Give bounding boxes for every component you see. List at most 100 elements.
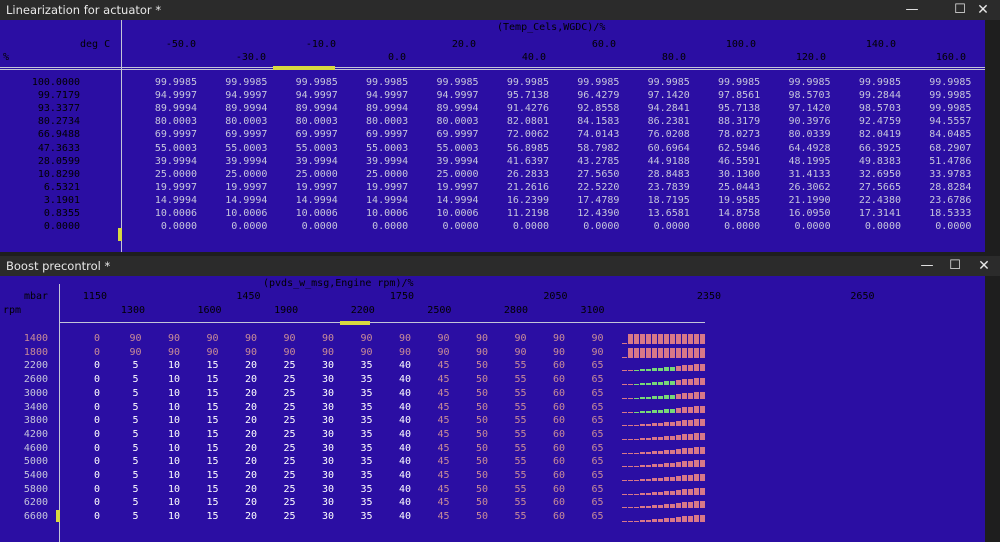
table-cell[interactable]: 90	[352, 347, 382, 358]
table-cell[interactable]: 74.0143	[569, 129, 619, 140]
table-cell[interactable]: 0	[82, 511, 112, 522]
table-cell[interactable]: 60	[544, 388, 574, 399]
table-cell[interactable]: 5	[121, 360, 151, 371]
table-cell[interactable]: 30	[313, 360, 343, 371]
column-header[interactable]: 120.0	[766, 52, 826, 63]
table-cell[interactable]: 90	[313, 333, 343, 344]
table-cell[interactable]: 0.0000	[710, 221, 760, 232]
table-cell[interactable]: 94.5557	[921, 116, 971, 127]
column-header[interactable]: -10.0	[276, 39, 336, 50]
table-cell[interactable]: 66.3925	[851, 143, 901, 154]
table-cell[interactable]: 92.4759	[851, 116, 901, 127]
table-cell[interactable]: 32.6950	[851, 169, 901, 180]
table-cell[interactable]: 0.0000	[781, 221, 830, 232]
table-cell[interactable]: 45	[429, 374, 459, 385]
vertical-scrollbar[interactable]	[985, 276, 1000, 542]
row-header[interactable]: 4600	[8, 443, 48, 454]
table-cell[interactable]: 20	[236, 511, 266, 522]
table-cell[interactable]: 25	[275, 456, 305, 467]
table-cell[interactable]: 0.0000	[640, 221, 690, 232]
table-cell[interactable]: 0	[82, 388, 112, 399]
table-cell[interactable]: 13.6581	[640, 208, 690, 219]
table-cell[interactable]: 0.0000	[921, 221, 971, 232]
table-cell[interactable]: 94.9997	[429, 90, 478, 101]
table-cell[interactable]: 20	[236, 497, 266, 508]
table-cell[interactable]: 5	[121, 388, 151, 399]
table-cell[interactable]: 55.0003	[217, 143, 267, 154]
table-cell[interactable]: 0.0000	[569, 221, 619, 232]
column-header[interactable]: 1600	[182, 305, 222, 316]
row-header[interactable]: 99.7179	[30, 90, 80, 101]
table-cell[interactable]: 39.9994	[288, 156, 338, 167]
table-cell[interactable]: 22.4380	[851, 195, 901, 206]
table-cell[interactable]: 55	[506, 429, 536, 440]
table-cell[interactable]: 35	[352, 374, 382, 385]
table-cell[interactable]: 40	[390, 388, 420, 399]
table-cell[interactable]: 90	[506, 333, 536, 344]
table-cell[interactable]: 60	[544, 470, 574, 481]
row-header[interactable]: 10.8290	[30, 169, 80, 180]
table-cell[interactable]: 14.9994	[147, 195, 197, 206]
table-cell[interactable]: 92.8558	[569, 103, 619, 114]
table-cell[interactable]: 39.9994	[217, 156, 267, 167]
table-cell[interactable]: 40	[390, 360, 420, 371]
table-cell[interactable]: 94.9997	[147, 90, 197, 101]
table-cell[interactable]: 90.3976	[781, 116, 830, 127]
column-header[interactable]: 2050	[528, 291, 567, 302]
row-header[interactable]: 66.9488	[30, 129, 80, 140]
table-cell[interactable]: 84.0485	[921, 129, 971, 140]
table-cell[interactable]: 40	[390, 402, 420, 413]
table-cell[interactable]: 17.4789	[569, 195, 619, 206]
table-cell[interactable]: 25	[275, 429, 305, 440]
row-cursor-marker[interactable]	[56, 510, 60, 522]
table-cell[interactable]: 65	[583, 388, 613, 399]
table-cell[interactable]: 45	[429, 497, 459, 508]
table-cell[interactable]: 10	[159, 429, 189, 440]
table-cell[interactable]: 20	[236, 484, 266, 495]
table-cell[interactable]: 90	[583, 347, 613, 358]
table-cell[interactable]: 20	[236, 360, 266, 371]
table-cell[interactable]: 90	[313, 347, 343, 358]
table-cell[interactable]: 20	[236, 443, 266, 454]
table-cell[interactable]: 69.9997	[288, 129, 338, 140]
table-cell[interactable]: 0.0000	[358, 221, 408, 232]
table-cell[interactable]: 99.9985	[429, 77, 478, 88]
table-cell[interactable]: 99.9985	[851, 77, 901, 88]
table-cell[interactable]: 30	[313, 402, 343, 413]
table-cell[interactable]: 10.0006	[217, 208, 267, 219]
table-cell[interactable]: 80.0003	[147, 116, 197, 127]
table-cell[interactable]: 45	[429, 360, 459, 371]
table-cell[interactable]: 0	[82, 374, 112, 385]
table-cell[interactable]: 35	[352, 415, 382, 426]
table-cell[interactable]: 15	[198, 429, 228, 440]
table-cell[interactable]: 25	[275, 470, 305, 481]
table-cell[interactable]: 40	[390, 374, 420, 385]
map-table[interactable]: (Temp_Cels,WGDC)/% deg C % -50.0 -10.0 20.…	[0, 20, 985, 252]
table-cell[interactable]: 39.9994	[147, 156, 197, 167]
table-cell[interactable]: 39.9994	[358, 156, 408, 167]
table-cell[interactable]: 46.5591	[710, 156, 760, 167]
column-header[interactable]: 2800	[488, 305, 528, 316]
table-cell[interactable]: 10	[159, 360, 189, 371]
table-cell[interactable]: 10.0006	[288, 208, 338, 219]
table-cell[interactable]: 90	[121, 333, 151, 344]
row-header[interactable]: 6200	[8, 497, 48, 508]
table-cell[interactable]: 5	[121, 402, 151, 413]
table-cell[interactable]: 19.9997	[288, 182, 338, 193]
table-cell[interactable]: 25	[275, 374, 305, 385]
table-cell[interactable]: 15	[198, 402, 228, 413]
table-cell[interactable]: 5	[121, 443, 151, 454]
column-header[interactable]: 2500	[411, 305, 451, 316]
table-cell[interactable]: 22.5220	[569, 182, 619, 193]
table-cell[interactable]: 45	[429, 402, 459, 413]
table-cell[interactable]: 69.9997	[358, 129, 408, 140]
table-cell[interactable]: 10	[159, 402, 189, 413]
table-cell[interactable]: 20	[236, 415, 266, 426]
row-header[interactable]: 3.1901	[30, 195, 80, 206]
table-cell[interactable]: 23.7839	[640, 182, 690, 193]
table-cell[interactable]: 72.0062	[499, 129, 549, 140]
column-header[interactable]: 0.0	[346, 52, 406, 63]
table-cell[interactable]: 99.9985	[358, 77, 408, 88]
table-cell[interactable]: 25.0000	[288, 169, 338, 180]
title-bar[interactable]: Boost precontrol * — ☐ ✕	[0, 256, 1000, 276]
